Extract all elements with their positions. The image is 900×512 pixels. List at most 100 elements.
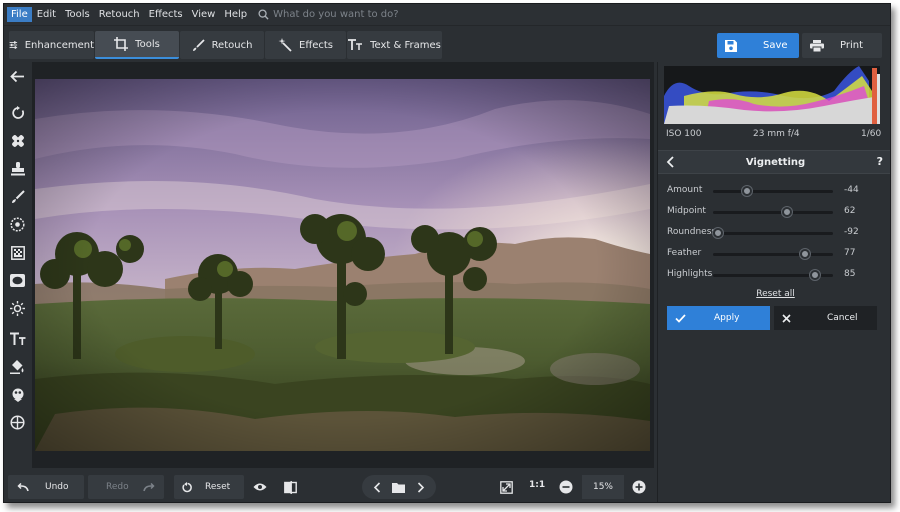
menu-bar: File Edit Tools Retouch Effects View Hel… (4, 4, 890, 26)
tab-enhancement[interactable]: Enhancement (9, 31, 94, 59)
panel-header: Vignetting ? (658, 150, 890, 174)
zoom-in-icon[interactable] (631, 479, 647, 495)
exif-lens: 23 mm f/4 (753, 129, 800, 139)
color-picker-icon[interactable] (9, 386, 26, 403)
app-window: File Edit Tools Retouch Effects View Hel… (3, 3, 891, 503)
tab-bar: Enhancement Tools Retouch Effects Text &… (4, 28, 890, 60)
radial-target-icon[interactable] (9, 216, 26, 233)
slider-track[interactable] (713, 211, 833, 214)
slider-thumb[interactable] (712, 228, 723, 238)
menu-help[interactable]: Help (220, 7, 251, 22)
menu-tools[interactable]: Tools (61, 7, 94, 22)
canvas-area (32, 62, 654, 468)
menu-edit[interactable]: Edit (33, 7, 60, 22)
tab-retouch-label: Retouch (211, 39, 253, 51)
slider-value: -92 (844, 227, 859, 237)
menu-effects[interactable]: Effects (145, 7, 187, 22)
slider-feather: Feather 77 (658, 246, 890, 262)
search-placeholder: What do you want to do? (273, 9, 399, 20)
healing-patch-icon[interactable] (9, 132, 26, 149)
slider-label: Highlights (667, 269, 713, 279)
panel-title: Vignetting (745, 156, 806, 168)
redo-button[interactable]: Redo (88, 475, 164, 499)
slider-thumb[interactable] (741, 186, 752, 196)
apply-button[interactable]: Apply (667, 306, 770, 330)
print-label: Print (840, 40, 864, 51)
menu-search[interactable]: What do you want to do? (258, 9, 399, 20)
slider-roundness: Roundness -92 (658, 225, 890, 241)
chevron-right-icon[interactable] (417, 481, 425, 493)
tab-retouch[interactable]: Retouch (180, 31, 264, 59)
text-tool-icon[interactable] (9, 330, 26, 347)
paint-bucket-icon[interactable] (9, 358, 26, 375)
slider-value: 77 (844, 248, 856, 258)
undo-icon (17, 482, 29, 491)
rotate-icon[interactable] (9, 104, 26, 121)
sun-icon[interactable] (9, 300, 26, 317)
navigation-group (362, 475, 436, 499)
slider-amount: Amount -44 (658, 183, 890, 199)
floppy-disk-icon (725, 39, 737, 52)
reset-all-link[interactable]: Reset all (658, 289, 890, 299)
right-panel: ISO 100 23 mm f/4 1/60 Vignetting ? Amou… (657, 62, 890, 502)
tab-text-frames-label: Text & Frames (370, 39, 441, 51)
slider-thumb[interactable] (782, 207, 793, 217)
back-arrow-icon[interactable] (9, 68, 26, 85)
apply-label: Apply (714, 313, 740, 323)
undo-button[interactable]: Undo (8, 475, 84, 499)
menu-view[interactable]: View (188, 7, 220, 22)
slider-track[interactable] (713, 190, 833, 193)
tab-text-frames[interactable]: Text & Frames (347, 31, 442, 59)
slider-track[interactable] (713, 232, 833, 235)
text-icon (348, 39, 363, 50)
histogram (664, 66, 880, 124)
zoom-out-icon[interactable] (558, 479, 574, 495)
search-icon (258, 9, 269, 20)
chevron-left-icon[interactable] (373, 481, 381, 493)
zoom-level[interactable]: 15% (582, 475, 624, 499)
slider-highlights: Highlights 85 (658, 267, 890, 283)
actual-size-button[interactable]: 1:1 (529, 480, 545, 490)
slider-label: Roundness (667, 227, 717, 237)
slider-thumb[interactable] (810, 270, 820, 280)
tab-effects[interactable]: Effects (265, 31, 346, 59)
eye-icon[interactable] (252, 479, 268, 495)
slider-thumb[interactable] (800, 249, 811, 259)
close-icon (782, 313, 791, 323)
print-button[interactable]: Print (802, 33, 882, 58)
printer-icon (810, 39, 824, 52)
slider-midpoint: Midpoint 62 (658, 204, 890, 220)
reset-icon (182, 481, 192, 492)
chevron-left-icon[interactable] (666, 156, 674, 168)
menu-file[interactable]: File (7, 7, 32, 22)
save-button[interactable]: Save (717, 33, 799, 58)
stamp-icon[interactable] (9, 160, 26, 177)
slider-label: Feather (667, 248, 702, 258)
crop-icon (114, 37, 129, 51)
bottom-bar: Undo Redo Reset 1:1 15% (4, 470, 654, 502)
gradient-filter-icon[interactable] (9, 244, 26, 261)
help-button[interactable]: ? (877, 155, 883, 168)
exif-iso: ISO 100 (666, 129, 702, 139)
menu-retouch[interactable]: Retouch (95, 7, 144, 22)
vignette-icon[interactable] (9, 272, 26, 289)
undo-label: Undo (45, 482, 69, 492)
photo-canvas[interactable] (35, 79, 650, 451)
slider-track[interactable] (713, 253, 833, 256)
slider-label: Midpoint (667, 206, 706, 216)
save-label: Save (763, 40, 788, 51)
cancel-label: Cancel (827, 313, 858, 323)
compare-icon[interactable] (282, 479, 298, 495)
tab-enhancement-label: Enhancement (24, 39, 94, 51)
slider-value: 62 (844, 206, 856, 216)
brush-tool-icon[interactable] (9, 188, 26, 205)
reset-label: Reset (205, 482, 231, 492)
fit-screen-icon[interactable] (498, 479, 514, 495)
reset-button[interactable]: Reset (174, 475, 244, 499)
cancel-button[interactable]: Cancel (774, 306, 877, 330)
folder-icon[interactable] (392, 482, 406, 493)
magic-wand-icon (278, 38, 292, 52)
crosshair-icon[interactable] (9, 414, 26, 431)
tab-tools[interactable]: Tools (95, 31, 179, 59)
brush-icon (192, 38, 205, 51)
